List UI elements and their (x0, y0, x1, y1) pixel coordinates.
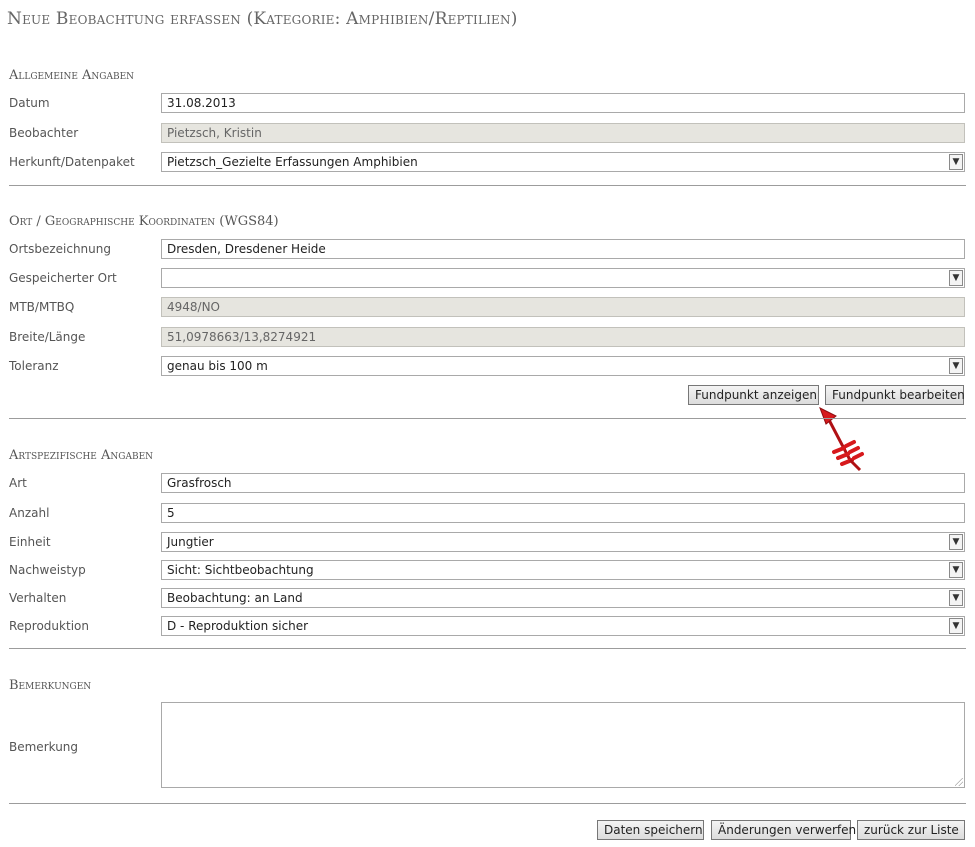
red-arrow-icon (819, 406, 864, 472)
datum-input[interactable] (161, 93, 965, 113)
back-to-list-button[interactable]: zurück zur Liste (857, 820, 965, 840)
toleranz-select-value: genau bis 100 m (167, 359, 268, 373)
mtb-label: MTB/MTBQ (9, 300, 75, 314)
anzahl-input[interactable] (161, 503, 965, 523)
herkunft-select[interactable]: Pietzsch_Gezielte Erfassungen Amphibien … (161, 152, 965, 172)
chevron-down-icon[interactable]: ▼ (949, 534, 963, 550)
beobachter-field (161, 123, 965, 143)
divider (9, 648, 966, 649)
section-heading-species: Artspezifische Angaben (9, 448, 154, 463)
chevron-down-icon[interactable]: ▼ (949, 270, 963, 286)
chevron-down-icon[interactable]: ▼ (949, 618, 963, 634)
art-input[interactable] (161, 473, 965, 493)
coords-label: Breite/Länge (9, 330, 86, 344)
verhalten-select[interactable]: Beobachtung: an Land ▼ (161, 588, 965, 608)
einheit-label: Einheit (9, 535, 51, 549)
anzahl-label: Anzahl (9, 506, 50, 520)
chevron-down-icon[interactable]: ▼ (949, 562, 963, 578)
herkunft-select-value: Pietzsch_Gezielte Erfassungen Amphibien (167, 155, 418, 169)
section-heading-general: Allgemeine Angaben (9, 68, 135, 83)
section-heading-location: Ort / Geographische Koordinaten (WGS84) (9, 214, 279, 229)
chevron-down-icon[interactable]: ▼ (949, 154, 963, 170)
fundpunkt-bearbeiten-button[interactable]: Fundpunkt bearbeiten (825, 385, 965, 405)
save-button[interactable]: Daten speichern (597, 820, 704, 840)
nachweistyp-label: Nachweistyp (9, 563, 86, 577)
beobachter-label: Beobachter (9, 126, 79, 140)
divider (9, 418, 966, 419)
art-label: Art (9, 476, 27, 490)
nachweistyp-select-value: Sicht: Sichtbeobachtung (167, 563, 314, 577)
chevron-down-icon[interactable]: ▼ (949, 590, 963, 606)
einheit-select[interactable]: Jungtier ▼ (161, 532, 965, 552)
nachweistyp-select[interactable]: Sicht: Sichtbeobachtung ▼ (161, 560, 965, 580)
fundpunkt-anzeigen-button[interactable]: Fundpunkt anzeigen (688, 385, 819, 405)
toleranz-select[interactable]: genau bis 100 m ▼ (161, 356, 965, 376)
reproduktion-label: Reproduktion (9, 619, 89, 633)
toleranz-label: Toleranz (9, 359, 59, 373)
bemerkung-textarea[interactable] (161, 702, 965, 788)
ortsbezeichnung-input[interactable] (161, 239, 965, 259)
ortsbezeichnung-label: Ortsbezeichnung (9, 242, 111, 256)
divider (9, 185, 966, 186)
datum-label: Datum (9, 96, 50, 110)
mtb-field (161, 297, 965, 317)
reproduktion-select-value: D - Reproduktion sicher (167, 619, 309, 633)
resize-grip-icon[interactable] (955, 778, 963, 786)
verhalten-select-value: Beobachtung: an Land (167, 591, 303, 605)
herkunft-label: Herkunft/Datenpaket (9, 155, 135, 169)
divider (9, 803, 966, 804)
discard-changes-button[interactable]: Änderungen verwerfen (711, 820, 856, 840)
bemerkung-label: Bemerkung (9, 740, 79, 754)
section-heading-remarks: Bemerkungen (9, 678, 92, 693)
coords-field (161, 327, 965, 347)
gespeicherter-ort-select[interactable]: ▼ (161, 268, 965, 288)
reproduktion-select[interactable]: D - Reproduktion sicher ▼ (161, 616, 965, 636)
verhalten-label: Verhalten (9, 591, 67, 605)
einheit-select-value: Jungtier (167, 535, 214, 549)
chevron-down-icon[interactable]: ▼ (949, 358, 963, 374)
gespeicherter-ort-label: Gespeicherter Ort (9, 271, 117, 285)
page-title: Neue Beobachtung erfassen (Kategorie: Am… (7, 9, 518, 29)
